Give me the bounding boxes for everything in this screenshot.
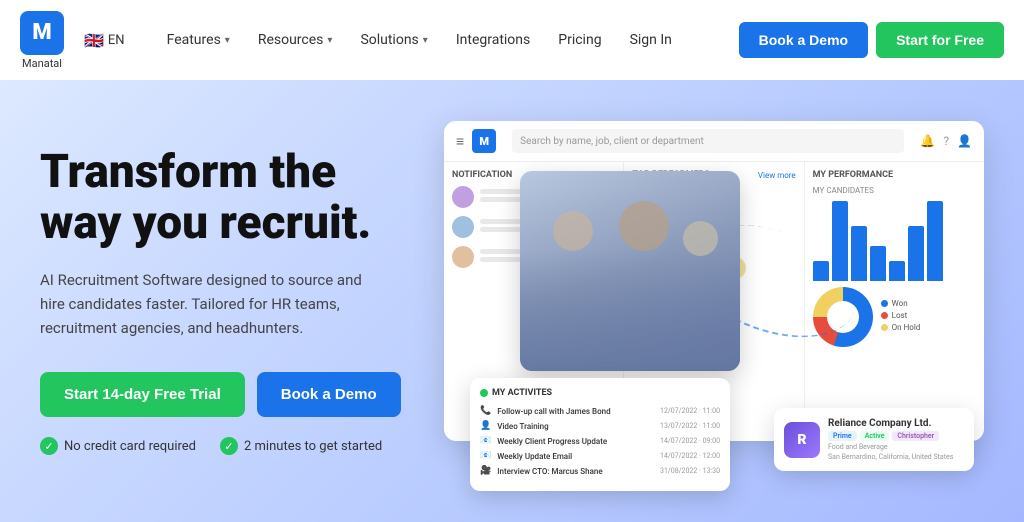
dashboard-search[interactable]: Search by name, job, client or departmen…	[512, 129, 904, 153]
active-tag: Active	[860, 431, 890, 441]
activity-item: 📧 Weekly Update Email 14/07/2022 · 12:00	[480, 451, 720, 461]
chevron-down-icon: ▾	[327, 35, 332, 46]
nav-item-solutions[interactable]: Solutions ▾	[348, 24, 439, 56]
header: M Manatal 🇬🇧 EN Features ▾ Resources ▾ S…	[0, 0, 1024, 80]
company-logo: R	[784, 422, 820, 458]
on-hold-legend-dot	[881, 324, 888, 331]
activity-item: 🎥 Interview CTO: Marcus Shane 31/08/2022…	[480, 466, 720, 476]
activity-title: MY ACTIVITES	[480, 388, 720, 398]
header-actions: Book a Demo Start for Free	[739, 22, 1004, 58]
lost-legend-dot	[881, 312, 888, 319]
hero-subtitle: AI Recruitment Software designed to sour…	[40, 268, 380, 340]
view-more-link[interactable]: View more	[758, 171, 796, 180]
trial-button[interactable]: Start 14-day Free Trial	[40, 372, 245, 417]
hero-buttons: Start 14-day Free Trial Book a Demo	[40, 372, 460, 417]
hero-demo-button[interactable]: Book a Demo	[257, 372, 401, 417]
company-info: Reliance Company Ltd. Prime Active Chris…	[828, 418, 964, 461]
hero-section: Transform the way you recruit. AI Recrui…	[0, 80, 1024, 522]
company-industry: Food and Beverage	[828, 443, 964, 451]
activity-item: 📞 Follow-up call with James Bond 12/07/2…	[480, 406, 720, 416]
chevron-down-icon: ▾	[225, 35, 230, 46]
hero-badges: ✓ No credit card required ✓ 2 minutes to…	[40, 437, 460, 455]
start-free-button[interactable]: Start for Free	[876, 22, 1004, 58]
my-performance-title: MY PERFORMANCE	[813, 170, 976, 180]
email-icon: 📧	[480, 451, 491, 461]
company-card: R Reliance Company Ltd. Prime Active Chr…	[774, 408, 974, 471]
check-icon: ✓	[220, 437, 238, 455]
won-legend-dot	[881, 300, 888, 307]
person-icon: 👤	[480, 421, 491, 431]
email-icon: 📧	[480, 436, 491, 446]
flag-icon: 🇬🇧	[84, 31, 104, 50]
prime-tag: Prime	[828, 431, 857, 441]
language-label: EN	[108, 33, 125, 48]
chevron-down-icon: ▾	[423, 35, 428, 46]
book-demo-button[interactable]: Book a Demo	[739, 22, 868, 58]
chart-bar	[889, 261, 905, 281]
dashboard-icons: 🔔 ? 👤	[920, 134, 972, 148]
dashboard-header: ≡ M Search by name, job, client or depar…	[444, 121, 984, 162]
phone-icon: 📞	[480, 406, 491, 416]
nav-item-features[interactable]: Features ▾	[155, 24, 242, 56]
chart-bar	[908, 226, 924, 281]
help-icon: ?	[943, 134, 949, 148]
notification-icon: 🔔	[920, 134, 935, 148]
no-credit-card-badge: ✓ No credit card required	[40, 437, 196, 455]
nav-item-signin[interactable]: Sign In	[618, 24, 684, 56]
main-nav: Features ▾ Resources ▾ Solutions ▾ Integ…	[155, 24, 739, 56]
logo-area: M Manatal	[20, 11, 64, 70]
chart-bar	[927, 201, 943, 281]
language-selector[interactable]: 🇬🇧 EN	[84, 31, 125, 50]
hero-visual: ≡ M Search by name, job, client or depar…	[480, 111, 984, 491]
my-candidates-label: MY CANDIDATES	[813, 186, 976, 195]
chart-bar	[851, 226, 867, 281]
hero-content: Transform the way you recruit. AI Recrui…	[40, 147, 460, 455]
hero-title: Transform the way you recruit.	[40, 147, 460, 248]
nav-item-resources[interactable]: Resources ▾	[246, 24, 345, 56]
activity-item: 📧 Weekly Client Progress Update 14/07/20…	[480, 436, 720, 446]
company-name: Reliance Company Ltd.	[828, 418, 964, 429]
brand-name: Manatal	[22, 57, 62, 70]
company-location: San Bernardino, California, United State…	[828, 453, 964, 461]
search-placeholder: Search by name, job, client or departmen…	[520, 136, 704, 147]
quick-start-badge: ✓ 2 minutes to get started	[220, 437, 382, 455]
nav-item-pricing[interactable]: Pricing	[546, 24, 613, 56]
user-tag: Christopher	[892, 431, 939, 441]
video-icon: 🎥	[480, 466, 491, 476]
activity-indicator	[480, 389, 488, 397]
dashboard-logo: M	[472, 129, 496, 153]
activity-item: 👤 Video Training 13/07/2022 · 11:00	[480, 421, 720, 431]
company-tags: Prime Active Christopher	[828, 431, 964, 441]
nav-item-integrations[interactable]: Integrations	[444, 24, 542, 56]
check-icon: ✓	[40, 437, 58, 455]
team-photo	[520, 171, 740, 371]
chart-bar	[870, 246, 886, 281]
brand-logo: M	[20, 11, 64, 55]
activity-card: MY ACTIVITES 📞 Follow-up call with James…	[470, 378, 730, 491]
chart-legend: Won Lost On Hold	[881, 299, 921, 335]
avatar-icon: 👤	[957, 134, 972, 148]
